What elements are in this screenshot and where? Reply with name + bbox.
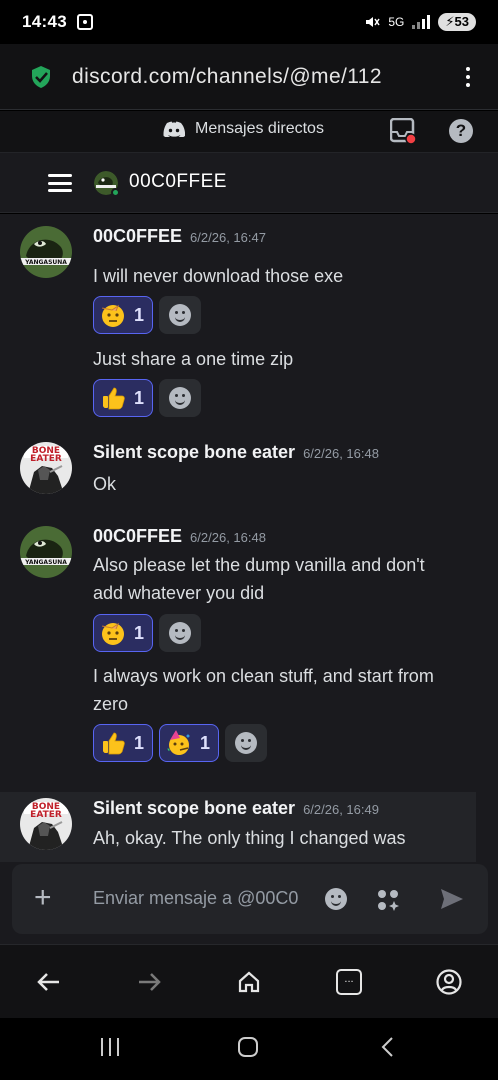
forward-arrow-icon[interactable] bbox=[134, 967, 164, 997]
message-text: Also please let the dump vanilla and don… bbox=[93, 555, 425, 603]
message-author[interactable]: Silent scope bone eater 6/2/26, 16:48 bbox=[93, 442, 379, 463]
back-arrow-icon[interactable] bbox=[34, 967, 64, 997]
avatar[interactable]: BONE EATER bbox=[20, 798, 72, 850]
avatar[interactable]: YANGASUNA bbox=[20, 226, 72, 278]
battery-indicator: ⚡53 bbox=[438, 13, 476, 31]
add-reaction-icon bbox=[169, 387, 192, 409]
mute-icon bbox=[366, 17, 380, 27]
reaction-saluting-face[interactable]: 1 bbox=[93, 614, 154, 652]
status-icons: 5G ⚡53 bbox=[364, 13, 476, 31]
help-icon[interactable]: ? bbox=[449, 119, 473, 143]
network-label: 5G bbox=[388, 15, 405, 29]
add-reaction-icon bbox=[169, 304, 192, 326]
add-reaction-button[interactable] bbox=[159, 614, 202, 652]
channel-header: 00C0FFEE bbox=[0, 153, 498, 213]
message-text: I always work on clean stuff, and start … bbox=[93, 666, 434, 714]
message-text: Just share a one time zip bbox=[93, 349, 294, 369]
add-reaction-button[interactable] bbox=[225, 724, 268, 762]
dm-header[interactable]: Mensajes directos bbox=[163, 120, 324, 138]
message-text: Ok bbox=[93, 474, 117, 494]
message-input[interactable]: Enviar mensaje a @00C0 bbox=[93, 888, 298, 909]
add-reaction-button[interactable] bbox=[159, 379, 202, 417]
message-group: BONE EATER Silent scope bone eater 6/2/26,… bbox=[0, 792, 476, 862]
message-text: I will never download those exe bbox=[93, 266, 344, 286]
tabs-icon[interactable]: ... bbox=[334, 967, 364, 997]
reaction-row: 1 1 bbox=[93, 724, 268, 762]
discord-top-bar: Mensajes directos ? bbox=[0, 111, 498, 153]
signal-icon bbox=[412, 15, 431, 29]
status-time: 14:43 bbox=[22, 12, 67, 31]
reaction-thumbs-up[interactable]: 1 bbox=[93, 724, 154, 762]
message-group: YANGASUNA 00C0FFEE 6/2/26, 16:47 I will n… bbox=[0, 224, 498, 424]
avatar[interactable]: BONE EATER bbox=[20, 442, 72, 494]
reaction-row: 1 bbox=[93, 379, 202, 417]
message-author[interactable]: 00C0FFEE 6/2/26, 16:48 bbox=[93, 526, 266, 547]
browser-nav-bar: ... bbox=[0, 944, 498, 1018]
add-reaction-icon bbox=[235, 732, 258, 754]
message-author[interactable]: Silent scope bone eater 6/2/26, 16:49 bbox=[93, 798, 379, 819]
message-group: YANGASUNA 00C0FFEE 6/2/26, 16:48 Also ple… bbox=[0, 524, 498, 774]
attach-plus-icon[interactable]: + bbox=[34, 883, 52, 913]
apps-icon[interactable] bbox=[376, 888, 400, 912]
secure-shield-icon[interactable] bbox=[30, 65, 52, 89]
reaction-row: 1 bbox=[93, 296, 202, 334]
avatar[interactable]: YANGASUNA bbox=[20, 526, 72, 578]
home-button-icon[interactable] bbox=[237, 1036, 259, 1058]
channel-title: 00C0FFEE bbox=[129, 171, 227, 192]
message-timestamp: 6/2/26, 16:47 bbox=[190, 230, 266, 245]
message-timestamp: 6/2/26, 16:48 bbox=[303, 446, 379, 461]
svg-text:YANGASUNA: YANGASUNA bbox=[24, 559, 67, 566]
message-text: Ah, okay. The only thing I changed was bbox=[93, 828, 406, 848]
saluting-face-icon bbox=[101, 304, 124, 327]
online-status-icon bbox=[111, 188, 120, 197]
url-text[interactable]: discord.com/channels/@me/112 bbox=[72, 65, 422, 89]
reaction-saluting-face[interactable]: 1 bbox=[93, 296, 154, 334]
svg-text:EATER: EATER bbox=[30, 454, 62, 464]
recent-apps-icon[interactable] bbox=[99, 1036, 121, 1058]
screen-record-icon bbox=[76, 14, 93, 30]
back-button-icon[interactable] bbox=[378, 1036, 400, 1058]
message-composer: + Enviar mensaje a @00C0 bbox=[0, 862, 498, 944]
discord-logo-icon bbox=[163, 121, 185, 137]
add-reaction-icon bbox=[169, 622, 192, 644]
saluting-face-icon bbox=[101, 622, 124, 645]
reaction-row: 1 bbox=[93, 614, 202, 652]
menu-icon[interactable] bbox=[48, 174, 72, 192]
message-list[interactable]: YANGASUNA 00C0FFEE 6/2/26, 16:47 I will n… bbox=[0, 214, 498, 862]
message-timestamp: 6/2/26, 16:49 bbox=[303, 802, 379, 817]
add-reaction-button[interactable] bbox=[159, 296, 202, 334]
emoji-picker-icon[interactable] bbox=[325, 888, 347, 910]
system-nav-bar bbox=[0, 1018, 498, 1080]
reaction-thumbs-up[interactable]: 1 bbox=[93, 379, 154, 417]
reaction-partying-face[interactable]: 1 bbox=[159, 724, 220, 762]
send-icon[interactable] bbox=[440, 888, 464, 910]
composer-box: + Enviar mensaje a @00C0 bbox=[12, 864, 488, 934]
message-author[interactable]: 00C0FFEE 6/2/26, 16:47 bbox=[93, 226, 266, 247]
profile-icon[interactable] bbox=[434, 967, 464, 997]
inbox-icon[interactable] bbox=[390, 118, 416, 144]
svg-text:YANGASUNA: YANGASUNA bbox=[24, 259, 67, 266]
browser-menu-icon[interactable] bbox=[458, 66, 478, 87]
partying-face-icon bbox=[166, 730, 190, 755]
message-group: BONE EATER Silent scope bone eater 6/2/26,… bbox=[0, 440, 498, 510]
header-avatar[interactable] bbox=[94, 171, 120, 197]
message-timestamp: 6/2/26, 16:48 bbox=[190, 530, 266, 545]
thumbs-up-icon bbox=[103, 387, 125, 410]
browser-url-bar: discord.com/channels/@me/112 bbox=[0, 44, 498, 110]
svg-text:EATER: EATER bbox=[30, 810, 62, 820]
status-bar: 14:43 5G ⚡53 bbox=[0, 0, 498, 44]
dm-label: Mensajes directos bbox=[195, 120, 324, 137]
home-icon[interactable] bbox=[234, 967, 264, 997]
thumbs-up-icon bbox=[103, 732, 125, 755]
